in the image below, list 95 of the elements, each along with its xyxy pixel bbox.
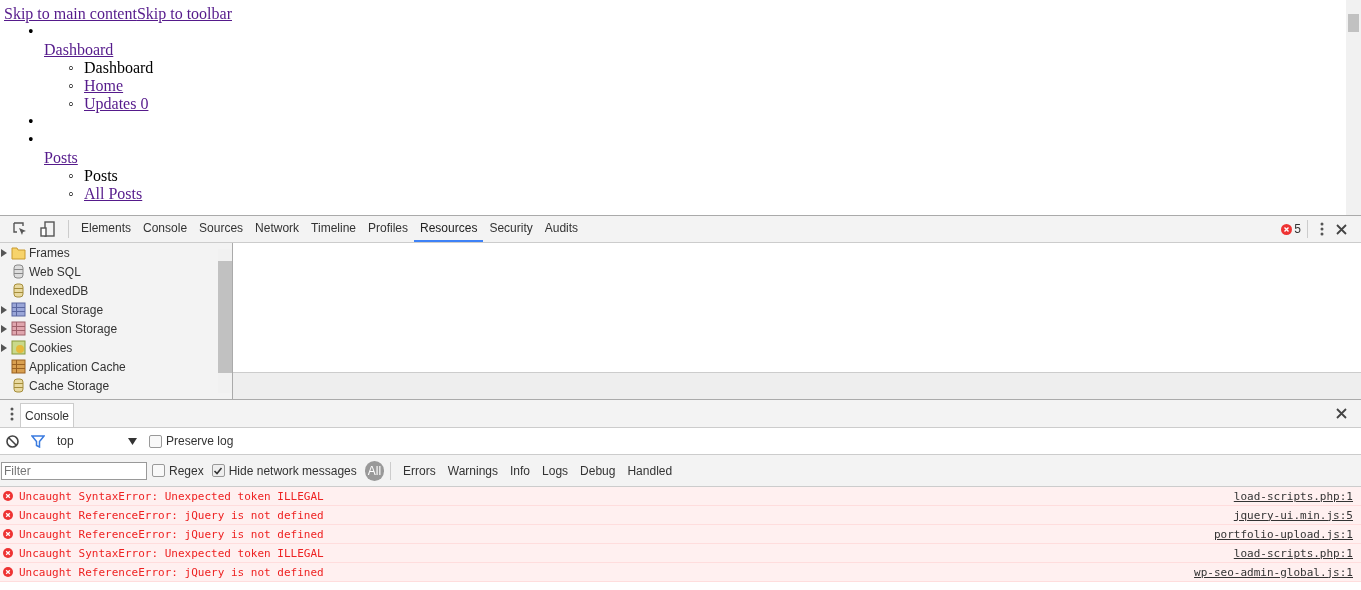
expand-icon[interactable] bbox=[1, 324, 7, 333]
list-bullet: ◦ bbox=[68, 77, 75, 95]
error-message: Uncaught SyntaxError: Unexpected token ILLEGAL bbox=[19, 489, 325, 503]
list-bullet: ◦ bbox=[68, 95, 75, 113]
expand-icon[interactable] bbox=[1, 248, 7, 257]
close-icon[interactable] bbox=[1336, 223, 1347, 235]
list-bullet: • bbox=[28, 131, 34, 149]
tree-label: Cookies bbox=[29, 340, 73, 355]
checkbox[interactable] bbox=[152, 464, 165, 477]
tree-item[interactable]: Web SQL bbox=[0, 262, 218, 281]
tree-label: Session Storage bbox=[29, 321, 118, 336]
database-icon bbox=[11, 264, 26, 279]
source-link[interactable]: portfolio-upload.js:1 bbox=[1213, 527, 1353, 541]
error-message: Uncaught ReferenceError: jQuery is not defined bbox=[19, 565, 325, 579]
more-icon[interactable] bbox=[10, 406, 14, 421]
table-icon bbox=[11, 359, 26, 374]
panel-tab[interactable]: Audits bbox=[538, 216, 585, 242]
level-filter[interactable]: Handled bbox=[621, 461, 679, 480]
error-icon bbox=[1281, 223, 1293, 235]
skip-link[interactable]: Skip to main content bbox=[4, 5, 137, 22]
error-icon bbox=[3, 567, 13, 577]
tree-item[interactable]: Application Cache bbox=[0, 357, 218, 376]
submenu-link[interactable]: All Posts bbox=[84, 185, 143, 203]
tree-item[interactable]: Local Storage bbox=[0, 300, 218, 319]
source-link[interactable]: jquery-ui.min.js:5 bbox=[1233, 508, 1353, 522]
list-bullet: • bbox=[28, 23, 34, 41]
tree-label: Cache Storage bbox=[29, 378, 110, 393]
menu-link[interactable]: Posts bbox=[44, 149, 78, 167]
device-icon[interactable] bbox=[40, 221, 56, 237]
checkbox-label: Hide network messages bbox=[228, 463, 357, 478]
close-icon[interactable] bbox=[1336, 408, 1347, 419]
panel-tab[interactable]: Profiles bbox=[362, 216, 415, 242]
panel-tab[interactable]: Console bbox=[137, 216, 194, 242]
level-filter[interactable]: Warnings bbox=[441, 461, 504, 480]
tree-item[interactable]: Session Storage bbox=[0, 319, 218, 338]
error-message: Uncaught SyntaxError: Unexpected token ILLEGAL bbox=[19, 546, 325, 560]
panel-tab[interactable]: Timeline bbox=[305, 216, 362, 242]
table-icon bbox=[11, 302, 26, 317]
submenu-label: Dashboard bbox=[84, 59, 154, 77]
panel-tab[interactable]: Elements bbox=[75, 216, 138, 242]
expand-icon[interactable] bbox=[1, 343, 7, 352]
context-select[interactable]: top bbox=[57, 434, 137, 448]
submenu-link[interactable]: Updates 0 bbox=[84, 95, 149, 113]
folder-icon bbox=[11, 245, 26, 260]
tree-label: Web SQL bbox=[29, 264, 81, 279]
level-filter[interactable]: Debug bbox=[574, 461, 622, 480]
tree-label: Frames bbox=[29, 245, 70, 260]
menu-link[interactable]: Dashboard bbox=[44, 41, 114, 59]
inspect-icon[interactable] bbox=[12, 221, 28, 237]
error-message: Uncaught ReferenceError: jQuery is not defined bbox=[19, 508, 325, 522]
drawer-tab[interactable]: Console bbox=[20, 403, 75, 427]
level-filter[interactable]: Logs bbox=[536, 461, 575, 480]
checkbox-label: Regex bbox=[169, 463, 204, 478]
source-link[interactable]: load-scripts.php:1 bbox=[1233, 489, 1353, 503]
submenu-link[interactable]: Home bbox=[84, 77, 124, 95]
panel-tab[interactable]: Security bbox=[483, 216, 539, 242]
filter-icon[interactable] bbox=[31, 434, 45, 448]
more-icon[interactable] bbox=[1320, 222, 1324, 236]
tree-label: Application Cache bbox=[29, 359, 126, 374]
panel-tab[interactable]: Network bbox=[249, 216, 306, 242]
checkbox-label: Preserve log bbox=[166, 434, 234, 448]
dropdown-icon bbox=[128, 437, 137, 445]
skip-link[interactable]: Skip to toolbar bbox=[136, 5, 232, 22]
tree-item[interactable]: Cookies bbox=[0, 338, 218, 357]
tree-item[interactable]: Frames bbox=[0, 243, 218, 262]
source-link[interactable]: load-scripts.php:1 bbox=[1233, 546, 1353, 560]
cookie-icon bbox=[11, 340, 26, 355]
checkbox[interactable] bbox=[149, 434, 162, 448]
list-bullet: ◦ bbox=[68, 59, 75, 77]
error-message: Uncaught ReferenceError: jQuery is not defined bbox=[19, 527, 325, 541]
submenu-label: Posts bbox=[84, 167, 118, 185]
list-bullet: ◦ bbox=[68, 185, 75, 203]
filter-field[interactable]: Filter bbox=[1, 461, 147, 480]
tree-label: Local Storage bbox=[29, 302, 104, 317]
error-icon bbox=[3, 529, 13, 539]
level-filter[interactable]: Errors bbox=[397, 461, 442, 480]
source-link[interactable]: wp-seo-admin-global.js:1 bbox=[1194, 565, 1353, 579]
error-icon bbox=[3, 510, 13, 520]
tree-label: IndexedDB bbox=[29, 283, 89, 298]
list-bullet: • bbox=[28, 113, 34, 131]
level-filter[interactable]: Info bbox=[504, 461, 537, 480]
error-icon bbox=[3, 491, 13, 501]
database-icon bbox=[11, 378, 26, 393]
panel-tab[interactable]: Sources bbox=[193, 216, 250, 242]
table-icon bbox=[11, 321, 26, 336]
tree-item[interactable]: Cache Storage bbox=[0, 376, 218, 395]
list-bullet: ◦ bbox=[68, 167, 75, 185]
expand-icon[interactable] bbox=[1, 305, 7, 314]
error-count[interactable]: 5 bbox=[1294, 222, 1301, 236]
tree-item[interactable]: IndexedDB bbox=[0, 281, 218, 300]
scrollbar[interactable] bbox=[1346, 0, 1361, 215]
error-icon bbox=[3, 548, 13, 558]
clear-icon[interactable] bbox=[6, 434, 19, 448]
database-icon bbox=[11, 283, 26, 298]
checkbox[interactable] bbox=[211, 464, 225, 477]
